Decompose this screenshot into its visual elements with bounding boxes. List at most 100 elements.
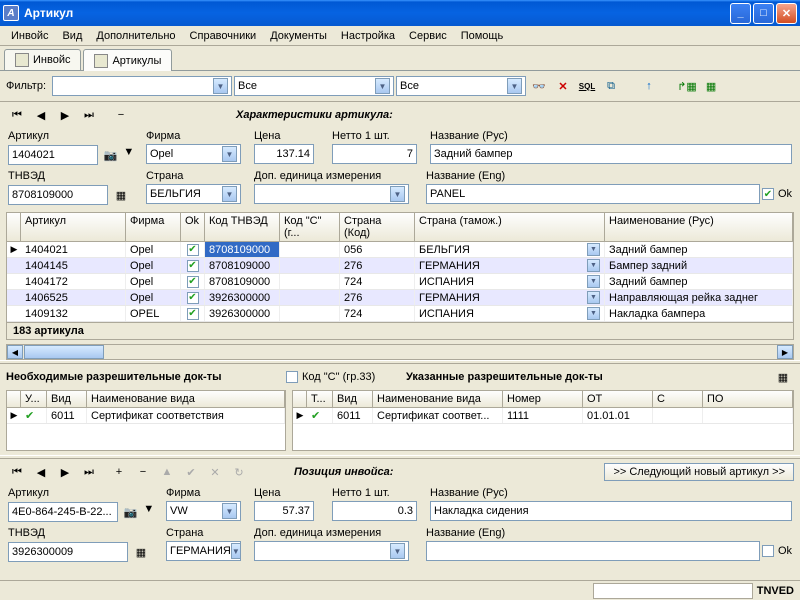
delete-icon[interactable]: ✕: [552, 75, 574, 97]
kod-c-label: Код "С" (гр.33): [302, 371, 375, 383]
nav-check-icon[interactable]: ✔: [180, 461, 202, 483]
invoice-nav: ⏮ ◀ ▶ ⏭ + − ▲ ✔ ✕ ↻ Позиция инвойса: >> …: [0, 459, 800, 485]
chevron-down-icon[interactable]: ▼: [231, 543, 241, 559]
filter-combo-1[interactable]: ▼: [52, 76, 232, 96]
chevron-down-icon[interactable]: ▼: [123, 146, 138, 164]
nav-last-icon[interactable]: ⏭: [78, 461, 100, 483]
nav-next-icon[interactable]: ▶: [54, 461, 76, 483]
perms-left-grid: У... Вид Наименование вида ▶ ✔ 6011 Серт…: [6, 390, 286, 451]
dop2-combo[interactable]: ▼: [254, 541, 409, 561]
nav-minus-icon[interactable]: −: [110, 104, 132, 126]
table-row[interactable]: 1409132OPEL✔3926300000724ИСПАНИЯ▼Накладк…: [7, 306, 793, 322]
cena-input[interactable]: [254, 144, 314, 164]
grid-icon[interactable]: ▦: [772, 366, 794, 388]
chevron-down-icon[interactable]: ▼: [507, 78, 522, 94]
artikul2-input[interactable]: [8, 502, 118, 522]
nameru2-input[interactable]: [430, 501, 792, 521]
tab-articles[interactable]: Артикулы: [83, 49, 172, 71]
nameen-input[interactable]: [426, 184, 760, 204]
col-tnved[interactable]: Код ТНВЭД: [205, 213, 280, 241]
menu-settings[interactable]: Настройка: [334, 28, 402, 44]
tnved2-input[interactable]: [8, 542, 128, 562]
nav-last-icon[interactable]: ⏭: [78, 104, 100, 126]
col-firma[interactable]: Фирма: [126, 213, 181, 241]
scroll-thumb[interactable]: [24, 345, 104, 359]
table-row[interactable]: ▶1404021Opel✔8708109000056БЕЛЬГИЯ▼Задний…: [7, 242, 793, 258]
menu-additional[interactable]: Дополнительно: [89, 28, 182, 44]
col-name[interactable]: Наименование (Рус): [605, 213, 793, 241]
excel-icon[interactable]: ▦: [700, 75, 722, 97]
nav-first-icon[interactable]: ⏮: [6, 104, 28, 126]
col-artikul[interactable]: Артикул: [21, 213, 126, 241]
table-row[interactable]: 1406525Opel✔3926300000276ГЕРМАНИЯ▼Направ…: [7, 290, 793, 306]
next-article-button[interactable]: >> Следующий новый артикул >>: [604, 463, 794, 481]
menu-help[interactable]: Помощь: [454, 28, 511, 44]
calendar-icon[interactable]: ▦: [110, 184, 132, 206]
binoculars-icon[interactable]: 👓: [528, 75, 550, 97]
menu-view[interactable]: Вид: [55, 28, 89, 44]
kod-c-checkbox[interactable]: [286, 371, 298, 383]
close-button[interactable]: ✕: [776, 3, 797, 24]
chevron-down-icon[interactable]: ▼: [222, 503, 237, 519]
table-row[interactable]: 1404145Opel✔8708109000276ГЕРМАНИЯ▼Бампер…: [7, 258, 793, 274]
export-excel-icon[interactable]: ↱▦: [676, 75, 698, 97]
nav-plus-icon[interactable]: +: [108, 461, 130, 483]
nameru-input[interactable]: [430, 144, 792, 164]
nameen2-input[interactable]: [426, 541, 760, 561]
up-arrow-icon[interactable]: ↑: [638, 75, 660, 97]
nav-minus-icon[interactable]: −: [132, 461, 154, 483]
dop-combo[interactable]: ▼: [254, 184, 409, 204]
table-row[interactable]: ▶ ✔ 6011 Сертификат соответствия: [7, 408, 285, 424]
chevron-down-icon[interactable]: ▼: [143, 503, 158, 521]
nav-cancel-icon[interactable]: ✕: [204, 461, 226, 483]
artikul-input[interactable]: [8, 145, 98, 165]
firma-combo[interactable]: Opel▼: [146, 144, 241, 164]
nav-prev-icon[interactable]: ◀: [30, 461, 52, 483]
strana2-combo[interactable]: ГЕРМАНИЯ▼: [166, 541, 241, 561]
table-row[interactable]: 1404172Opel✔8708109000724ИСПАНИЯ▼Задний …: [7, 274, 793, 290]
grid-body[interactable]: ▶1404021Opel✔8708109000056БЕЛЬГИЯ▼Задний…: [7, 242, 793, 322]
sql-icon[interactable]: SQL: [576, 75, 598, 97]
chevron-down-icon[interactable]: ▼: [390, 543, 405, 559]
minimize-button[interactable]: _: [730, 3, 751, 24]
col-strana-tam[interactable]: Страна (тамож.): [415, 213, 605, 241]
tnved-input[interactable]: [8, 185, 108, 205]
scroll-right-icon[interactable]: ▶: [777, 345, 793, 359]
scroll-left-icon[interactable]: ◀: [7, 345, 23, 359]
tab-invoice[interactable]: Инвойс: [4, 49, 81, 70]
camera-icon[interactable]: 📷: [120, 501, 141, 523]
ok-checkbox[interactable]: ✔: [762, 188, 774, 200]
col-ok[interactable]: Ok: [181, 213, 205, 241]
nav-prev-icon[interactable]: ◀: [30, 104, 52, 126]
chevron-down-icon[interactable]: ▼: [222, 146, 237, 162]
col-kodc[interactable]: Код "С" (г...: [280, 213, 340, 241]
tree-icon[interactable]: ⧉: [600, 75, 622, 97]
nav-first-icon[interactable]: ⏮: [6, 461, 28, 483]
nav-next-icon[interactable]: ▶: [54, 104, 76, 126]
chevron-down-icon[interactable]: ▼: [213, 78, 228, 94]
chevron-down-icon[interactable]: ▼: [390, 186, 405, 202]
chevron-down-icon[interactable]: ▼: [222, 186, 237, 202]
filter-combo-3[interactable]: Все▼: [396, 76, 526, 96]
netto2-input[interactable]: [332, 501, 417, 521]
ok2-checkbox[interactable]: [762, 545, 774, 557]
nav-edit-icon[interactable]: ▲: [156, 461, 178, 483]
firma2-combo[interactable]: VW▼: [166, 501, 241, 521]
calendar-icon[interactable]: ▦: [130, 541, 152, 563]
strana-combo[interactable]: БЕЛЬГИЯ▼: [146, 184, 241, 204]
menu-references[interactable]: Справочники: [183, 28, 264, 44]
menu-service[interactable]: Сервис: [402, 28, 454, 44]
cena2-input[interactable]: [254, 501, 314, 521]
netto-input[interactable]: [332, 144, 417, 164]
nav-refresh-icon[interactable]: ↻: [228, 461, 250, 483]
grid-hscroll[interactable]: ◀ ▶: [6, 344, 794, 360]
chevron-down-icon[interactable]: ▼: [375, 78, 390, 94]
menu-invoice[interactable]: Инвойс: [4, 28, 55, 44]
maximize-button[interactable]: □: [753, 3, 774, 24]
artikul-label: Артикул: [8, 130, 138, 142]
table-row[interactable]: ▶ ✔ 6011 Сертификат соответ... 1111 01.0…: [293, 408, 793, 424]
filter-combo-2[interactable]: Все▼: [234, 76, 394, 96]
camera-icon[interactable]: 📷: [100, 144, 121, 166]
col-strana-kod[interactable]: Страна (Код): [340, 213, 415, 241]
menu-documents[interactable]: Документы: [263, 28, 334, 44]
